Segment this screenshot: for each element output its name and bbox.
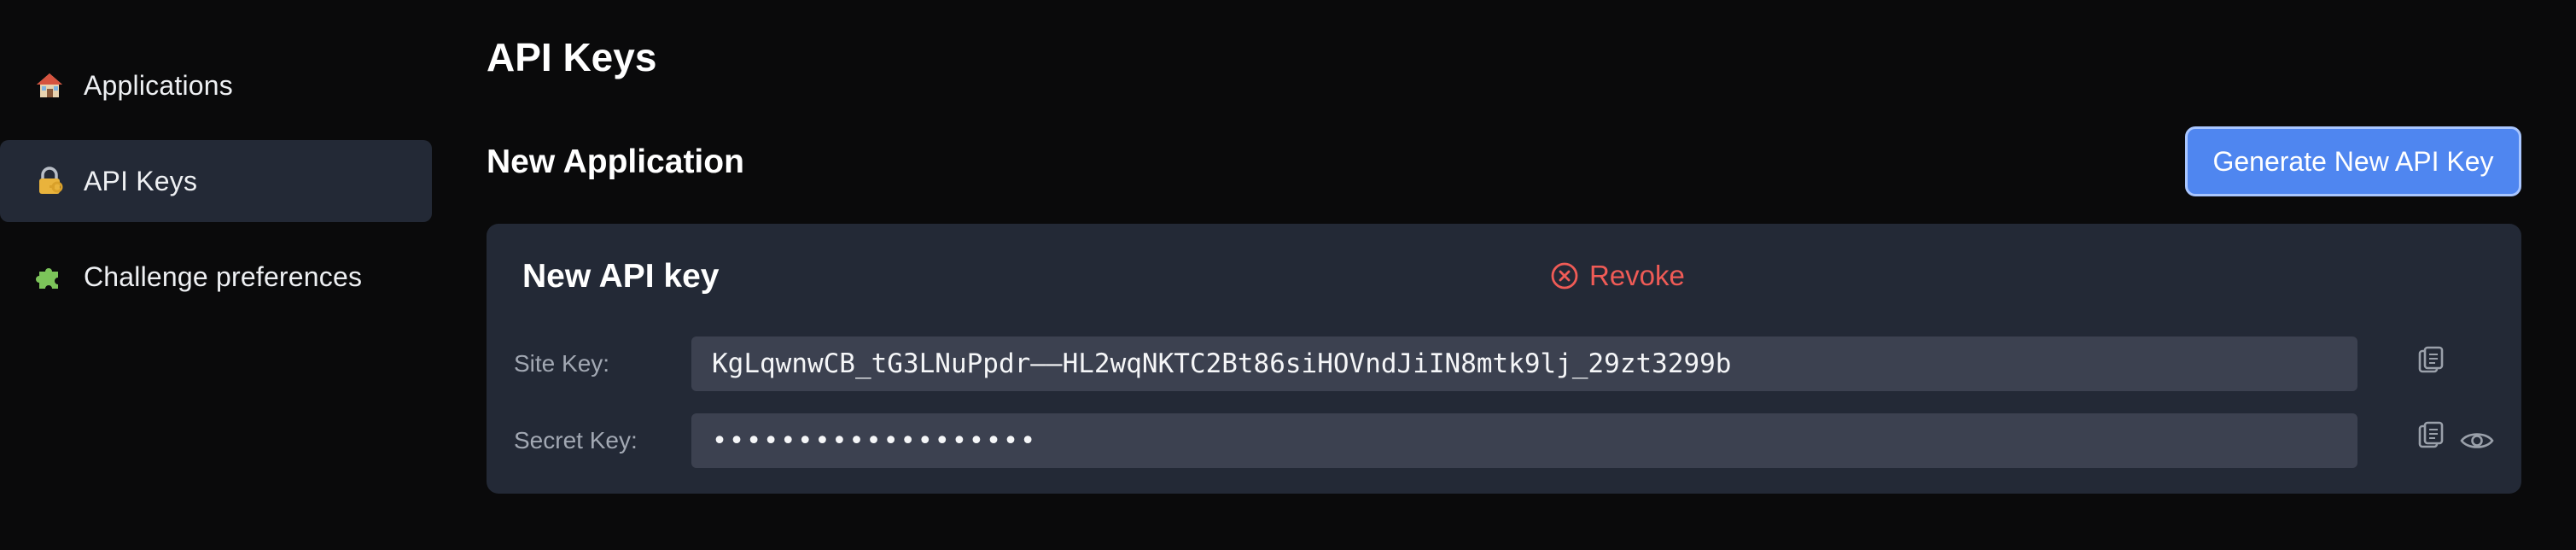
sidebar-item-challenge-preferences[interactable]: Challenge preferences bbox=[0, 236, 432, 318]
revoke-label: Revoke bbox=[1589, 260, 1685, 291]
secret-key-label: Secret Key: bbox=[514, 427, 638, 453]
section-title: New Application bbox=[487, 143, 744, 180]
house-icon bbox=[32, 68, 67, 102]
sidebar-item-label: API Keys bbox=[84, 165, 198, 196]
app-root: Applications API Keys Challenge preferen… bbox=[0, 0, 2576, 550]
api-key-card: New API key Revoke Site Key: KgLqwnwCB_t… bbox=[487, 224, 2521, 494]
generate-api-key-button[interactable]: Generate New API Key bbox=[2185, 126, 2521, 196]
secret-key-field[interactable]: ••••••••••••••••••• bbox=[691, 413, 2357, 468]
sidebar-item-label: Applications bbox=[84, 69, 233, 101]
close-circle-icon bbox=[1550, 261, 1579, 290]
site-key-label: Site Key: bbox=[514, 350, 610, 377]
eye-icon[interactable] bbox=[2458, 422, 2496, 459]
sidebar-item-applications[interactable]: Applications bbox=[0, 44, 432, 126]
page-title: API Keys bbox=[487, 35, 657, 79]
sidebar-item-api-keys[interactable]: API Keys bbox=[0, 140, 432, 222]
secret-key-row: Secret Key: ••••••••••••••••••• bbox=[487, 413, 2521, 468]
card-title: New API key bbox=[522, 258, 720, 295]
sidebar: Applications API Keys Challenge preferen… bbox=[0, 44, 432, 331]
copy-icon[interactable] bbox=[2412, 417, 2450, 454]
sidebar-item-label: Challenge preferences bbox=[84, 260, 363, 292]
lock-key-icon bbox=[32, 164, 67, 198]
site-key-row: Site Key: KgLqwnwCB_tG3LNuPpdr––HL2wqNKT… bbox=[487, 336, 2521, 391]
revoke-button[interactable]: Revoke bbox=[1550, 260, 1685, 292]
puzzle-icon bbox=[32, 260, 67, 294]
copy-icon[interactable] bbox=[2412, 342, 2450, 379]
site-key-field[interactable]: KgLqwnwCB_tG3LNuPpdr––HL2wqNKTC2Bt86siHO… bbox=[691, 336, 2357, 391]
